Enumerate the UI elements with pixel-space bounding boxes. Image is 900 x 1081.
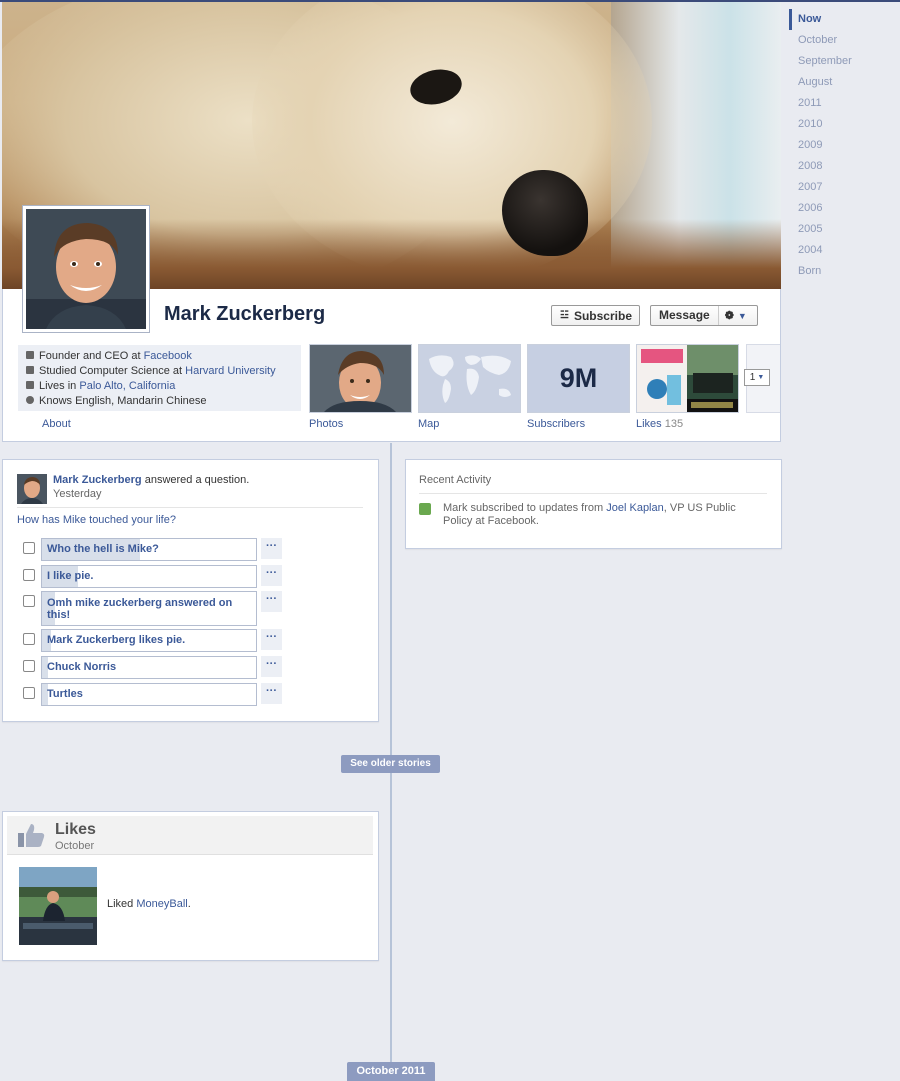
likes-story-title: Likes bbox=[55, 821, 96, 838]
briefcase-icon bbox=[26, 351, 34, 359]
answer-more-button[interactable]: ··· bbox=[261, 591, 282, 612]
likes-story-header: Likes October bbox=[7, 816, 373, 855]
chevron-down-icon: ▼ bbox=[737, 310, 747, 321]
timeline-nav-2010[interactable]: 2010 bbox=[789, 114, 852, 135]
gear-icon[interactable]: ❁ bbox=[719, 309, 734, 322]
activity-person-link[interactable]: Joel Kaplan bbox=[606, 502, 664, 514]
timeline-nav: Now October September August 2011 2010 2… bbox=[789, 9, 852, 282]
building-icon bbox=[26, 381, 34, 389]
story-author-link[interactable]: Mark Zuckerberg bbox=[53, 474, 142, 486]
timeline-nav-2006[interactable]: 2006 bbox=[789, 198, 852, 219]
timeline-nav-august[interactable]: August bbox=[789, 72, 852, 93]
profile-name[interactable]: Mark Zuckerberg bbox=[164, 303, 325, 326]
answer-checkbox[interactable] bbox=[23, 687, 35, 699]
answer-checkbox[interactable] bbox=[23, 595, 35, 607]
tab-photos[interactable]: Photos bbox=[309, 418, 343, 430]
likes-story-month: October bbox=[55, 840, 95, 852]
answer-checkbox[interactable] bbox=[23, 633, 35, 645]
globe-icon bbox=[26, 396, 34, 404]
answer-more-button[interactable]: ··· bbox=[261, 565, 282, 586]
about-location: Lives in Palo Alto, California bbox=[26, 380, 175, 392]
timeline-nav-born[interactable]: Born bbox=[789, 261, 852, 282]
tab-map[interactable]: Map bbox=[418, 418, 439, 430]
story-timestamp[interactable]: Yesterday bbox=[53, 488, 102, 500]
answer-checkbox[interactable] bbox=[23, 569, 35, 581]
answer-bar[interactable]: Who the hell is Mike? bbox=[41, 538, 257, 561]
answer-more-button[interactable]: ··· bbox=[261, 629, 282, 650]
timeline-section-badge: October 2011 bbox=[347, 1062, 435, 1081]
recent-activity-item: Mark subscribed to updates from Joel Kap… bbox=[443, 502, 736, 527]
rss-icon: ☳ bbox=[560, 310, 569, 321]
liked-page-link[interactable]: MoneyBall bbox=[136, 898, 187, 910]
subscribe-activity-icon bbox=[419, 503, 431, 515]
answer-checkbox[interactable] bbox=[23, 542, 35, 554]
likes-thumbnail[interactable] bbox=[636, 344, 739, 413]
answer-bar[interactable]: Mark Zuckerberg likes pie. bbox=[41, 629, 257, 652]
more-sections-dropdown[interactable]: 1 ▼ bbox=[744, 369, 770, 386]
see-older-stories-button[interactable]: See older stories bbox=[341, 755, 440, 773]
about-work: Founder and CEO at Facebook bbox=[26, 350, 192, 362]
profile-picture[interactable] bbox=[22, 205, 150, 333]
chevron-down-icon: ▼ bbox=[757, 374, 765, 381]
recent-activity-title: Recent Activity bbox=[419, 474, 492, 486]
answer-more-button[interactable]: ··· bbox=[261, 656, 282, 677]
about-summary[interactable]: Founder and CEO at Facebook Studied Comp… bbox=[18, 345, 301, 411]
thumbs-up-icon bbox=[18, 824, 45, 847]
message-button[interactable]: Message ❁ ▼ bbox=[650, 305, 758, 326]
avatar[interactable] bbox=[17, 474, 47, 504]
timeline-nav-2009[interactable]: 2009 bbox=[789, 135, 852, 156]
map-thumbnail[interactable] bbox=[418, 344, 521, 413]
answer-bar[interactable]: Chuck Norris bbox=[41, 656, 257, 679]
question-title[interactable]: How has Mike touched your life? bbox=[17, 514, 176, 526]
timeline-nav-september[interactable]: September bbox=[789, 51, 852, 72]
liked-page-text: Liked MoneyBall. bbox=[107, 898, 191, 910]
answer-bar[interactable]: Omh mike zuckerberg answered on this! bbox=[41, 591, 257, 626]
question-story: Mark Zuckerberg answered a question. Yes… bbox=[2, 459, 379, 722]
about-languages: Knows English, Mandarin Chinese bbox=[26, 395, 207, 407]
recent-activity-card: Recent Activity Mark subscribed to updat… bbox=[405, 459, 782, 549]
timeline-nav-2004[interactable]: 2004 bbox=[789, 240, 852, 261]
tab-about[interactable]: About bbox=[42, 418, 71, 430]
timeline-nav-october[interactable]: October bbox=[789, 30, 852, 51]
photos-thumbnail[interactable] bbox=[309, 344, 412, 413]
timeline-nav-2005[interactable]: 2005 bbox=[789, 219, 852, 240]
answer-more-button[interactable]: ··· bbox=[261, 683, 282, 704]
answer-bar[interactable]: I like pie. bbox=[41, 565, 257, 588]
tab-likes[interactable]: Likes 135 bbox=[636, 418, 683, 430]
subscribers-count: 9M bbox=[559, 363, 598, 393]
likes-story: Likes October Liked MoneyBall. bbox=[2, 811, 379, 961]
timeline-nav-2008[interactable]: 2008 bbox=[789, 156, 852, 177]
tab-subscribers[interactable]: Subscribers bbox=[527, 418, 585, 430]
moneyball-image[interactable] bbox=[19, 867, 97, 945]
timeline-nav-now[interactable]: Now bbox=[789, 9, 852, 30]
world-map-icon bbox=[419, 345, 520, 412]
timeline-nav-2011[interactable]: 2011 bbox=[789, 93, 852, 114]
subscribers-thumbnail[interactable]: 9M bbox=[527, 344, 630, 413]
timeline-nav-2007[interactable]: 2007 bbox=[789, 177, 852, 198]
graduation-cap-icon bbox=[26, 366, 34, 374]
subscribe-button[interactable]: ☳ Subscribe bbox=[551, 305, 640, 326]
answer-checkbox[interactable] bbox=[23, 660, 35, 672]
answer-bar[interactable]: Turtles bbox=[41, 683, 257, 706]
answer-more-button[interactable]: ··· bbox=[261, 538, 282, 559]
about-education: Studied Computer Science at Harvard Univ… bbox=[26, 365, 276, 377]
